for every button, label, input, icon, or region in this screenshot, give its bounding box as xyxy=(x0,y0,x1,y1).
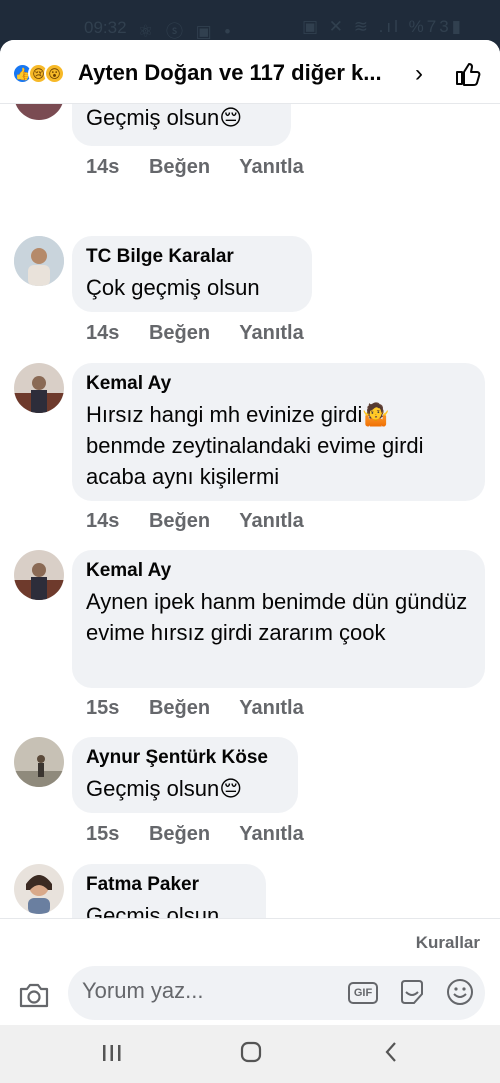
comment-actions: 14s Beğen Yanıtla xyxy=(86,156,328,179)
notification-icons: ⚛ ⓢ ▣ • xyxy=(138,22,235,41)
comment-bubble[interactable]: TC Bilge Karalar Çok geçmiş olsun xyxy=(72,236,312,312)
avatar[interactable] xyxy=(14,550,64,600)
comment-actions: 14s Beğen Yanıtla xyxy=(86,510,328,533)
status-time: 09:32 xyxy=(84,18,127,37)
like-button[interactable]: Beğen xyxy=(149,156,210,178)
comment-time: 14s xyxy=(86,322,120,344)
comment-time: 15s xyxy=(86,823,120,845)
emoji-icon[interactable] xyxy=(446,978,474,1006)
reply-button[interactable]: Yanıtla xyxy=(239,510,303,532)
like-thumb-icon[interactable] xyxy=(455,62,481,86)
comment-author[interactable]: Kemal Ay xyxy=(86,560,471,582)
avatar[interactable] xyxy=(14,737,64,787)
comment-bubble[interactable]: Kemal Ay Hırsız hangi mh evinize girdi🤷 … xyxy=(72,363,485,501)
comment-text: Aynen ipek hanm benimde dün gündüz evime… xyxy=(86,589,468,645)
comment-author[interactable]: Aynur Şentürk Köse xyxy=(86,747,284,769)
comment-text: Geçmiş olsun😔 xyxy=(86,105,243,130)
comment-actions: 15s Beğen Yanıtla xyxy=(86,823,328,846)
reply-button[interactable]: Yanıtla xyxy=(239,156,303,178)
camera-icon[interactable] xyxy=(18,981,50,1009)
comment-time: 15s xyxy=(86,697,120,719)
comment-actions: 14s Beğen Yanıtla xyxy=(86,322,328,345)
like-button[interactable]: Beğen xyxy=(149,697,210,719)
gif-button[interactable]: GIF xyxy=(348,982,378,1004)
comments-sheet: 👍 😢 😮 Ayten Doğan ve 117 diğer k... › Ge… xyxy=(0,40,500,1025)
back-icon[interactable] xyxy=(384,1041,398,1063)
comment-composer: Kurallar GIF xyxy=(0,918,500,1025)
like-button[interactable]: Beğen xyxy=(149,823,210,845)
like-button[interactable]: Beğen xyxy=(149,322,210,344)
comment-text: Hırsız hangi mh evinize girdi🤷 benmde ze… xyxy=(86,402,424,489)
comment-bubble[interactable]: Aynur Şentürk Köse Geçmiş olsun😔 xyxy=(72,737,298,813)
comment-text: Çok geçmiş olsun xyxy=(86,275,260,300)
comment-actions: 15s Beğen Yanıtla xyxy=(86,697,328,720)
reactions-summary[interactable]: Ayten Doğan ve 117 diğer k... xyxy=(78,60,408,86)
avatar[interactable] xyxy=(14,236,64,286)
like-button[interactable]: Beğen xyxy=(149,510,210,532)
wow-reaction-icon: 😮 xyxy=(44,63,65,84)
avatar[interactable] xyxy=(14,104,64,120)
avatar[interactable] xyxy=(14,363,64,413)
recents-icon[interactable] xyxy=(101,1043,123,1063)
comment-bubble[interactable]: Geçmiş olsun😔 xyxy=(72,104,291,146)
comment-author[interactable]: TC Bilge Karalar xyxy=(86,246,298,268)
comment-list: Geçmiş olsun😔 14s Beğen Yanıtla TC Bilge… xyxy=(0,104,500,918)
home-icon[interactable] xyxy=(240,1041,262,1063)
system-icons: ▣ ✕ ≋ .ıl %73▮ xyxy=(301,17,464,36)
comment-text: Geçmiş olsun xyxy=(86,903,220,918)
rules-link[interactable]: Kurallar xyxy=(416,933,480,953)
comment-bubble[interactable]: Fatma Paker Geçmiş olsun xyxy=(72,864,266,918)
reaction-icons: 👍 😢 😮 xyxy=(12,63,65,85)
avatar[interactable] xyxy=(14,864,64,914)
comment-author[interactable]: Kemal Ay xyxy=(86,373,471,395)
comment-bubble[interactable]: Kemal Ay Aynen ipek hanm benimde dün gün… xyxy=(72,550,485,688)
reply-button[interactable]: Yanıtla xyxy=(239,823,303,845)
android-nav-bar xyxy=(0,1025,500,1083)
chevron-right-icon[interactable]: › xyxy=(415,60,423,88)
comment-author[interactable]: Fatma Paker xyxy=(86,874,252,896)
reply-button[interactable]: Yanıtla xyxy=(239,697,303,719)
sticker-icon[interactable] xyxy=(398,978,426,1006)
comment-time: 14s xyxy=(86,510,120,532)
reactions-header[interactable]: 👍 😢 😮 Ayten Doğan ve 117 diğer k... › xyxy=(0,40,500,104)
reply-button[interactable]: Yanıtla xyxy=(239,322,303,344)
comment-text: Geçmiş olsun😔 xyxy=(86,776,243,801)
comment-input[interactable] xyxy=(82,978,332,1004)
comment-input-field[interactable]: GIF xyxy=(68,966,485,1020)
comment-time: 14s xyxy=(86,156,120,178)
